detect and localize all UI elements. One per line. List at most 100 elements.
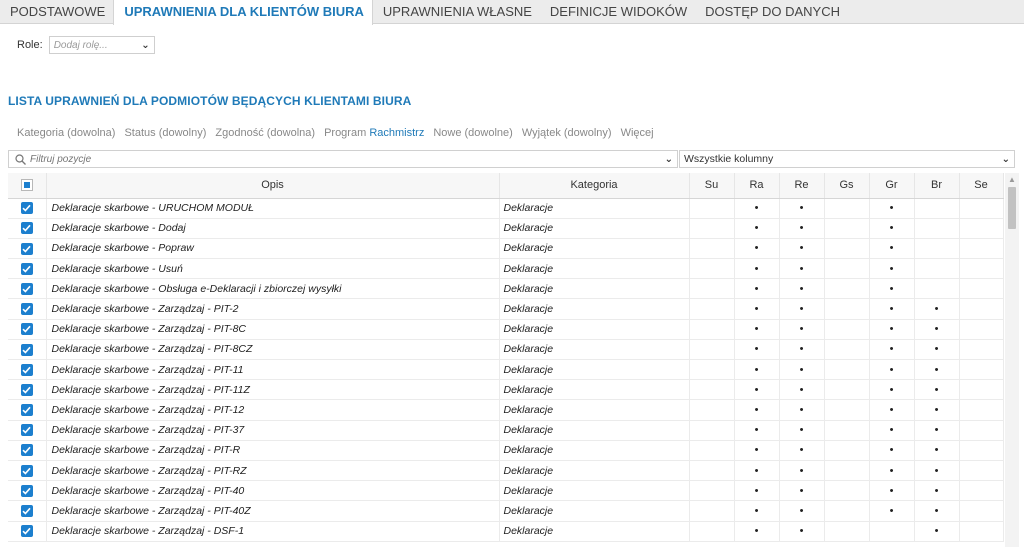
cell-su[interactable]: [689, 460, 735, 482]
cell-br[interactable]: [914, 278, 960, 300]
tab-definicje-widokow[interactable]: DEFINICJE WIDOKÓW: [540, 0, 695, 24]
column-header-br[interactable]: Br: [914, 173, 960, 199]
table-row[interactable]: Deklaracje skarbowe - Zarządzaj - PIT-2 D…: [8, 298, 1004, 320]
table-row[interactable]: Deklaracje skarbowe - Zarządzaj - PIT-11…: [8, 379, 1004, 401]
cell-re[interactable]: •: [779, 258, 825, 280]
cell-gs[interactable]: [824, 379, 870, 401]
cell-ra[interactable]: •: [734, 198, 780, 219]
cell-gs[interactable]: [824, 399, 870, 421]
tab-dostep-do-danych[interactable]: DOSTĘP DO DANYCH: [695, 0, 848, 24]
row-checkbox[interactable]: [20, 464, 33, 477]
cell-gr[interactable]: •: [869, 480, 915, 502]
table-row[interactable]: Deklaracje skarbowe - URUCHOM MODUŁ Dekla…: [8, 198, 1004, 219]
cell-gs[interactable]: [824, 278, 870, 300]
cell-gs[interactable]: [824, 460, 870, 482]
cell-ra[interactable]: •: [734, 399, 780, 421]
cell-se[interactable]: [959, 298, 1004, 320]
cell-se[interactable]: [959, 399, 1004, 421]
column-header-opis[interactable]: Opis: [46, 173, 500, 199]
cell-su[interactable]: [689, 480, 735, 502]
columns-select[interactable]: Wszystkie kolumny ⌄: [679, 150, 1015, 168]
row-checkbox[interactable]: [20, 262, 33, 275]
cell-su[interactable]: [689, 500, 735, 522]
cell-gs[interactable]: [824, 339, 870, 361]
cell-br[interactable]: •: [914, 460, 960, 482]
row-checkbox[interactable]: [20, 484, 33, 497]
tab-uprawnienia-wlasne[interactable]: UPRAWNIENIA WŁASNE: [373, 0, 540, 24]
row-checkbox[interactable]: [20, 444, 33, 457]
cell-su[interactable]: [689, 440, 735, 461]
cell-se[interactable]: [959, 480, 1004, 502]
cell-se[interactable]: [959, 460, 1004, 482]
cell-gr[interactable]: •: [869, 379, 915, 401]
table-row[interactable]: Deklaracje skarbowe - Dodaj Deklaracje • • •: [8, 218, 1004, 239]
cell-su[interactable]: [689, 359, 735, 381]
cell-se[interactable]: [959, 521, 1004, 542]
cell-su[interactable]: [689, 238, 735, 260]
table-row[interactable]: Deklaracje skarbowe - Obsługa e-Deklarac…: [8, 278, 1004, 300]
cell-gr[interactable]: •: [869, 238, 915, 260]
cell-su[interactable]: [689, 521, 735, 542]
cell-re[interactable]: •: [779, 500, 825, 522]
cell-se[interactable]: [959, 379, 1004, 401]
cell-su[interactable]: [689, 198, 735, 219]
cell-se[interactable]: [959, 258, 1004, 280]
table-row[interactable]: Deklaracje skarbowe - Zarządzaj - DSF-1 D…: [8, 521, 1004, 542]
column-header-gr[interactable]: Gr: [869, 173, 915, 199]
cell-ra[interactable]: •: [734, 339, 780, 361]
filter-nowe[interactable]: Nowe (dowolne): [433, 127, 512, 139]
column-header-re[interactable]: Re: [779, 173, 825, 199]
table-row[interactable]: Deklaracje skarbowe - Zarządzaj - PIT-40…: [8, 480, 1004, 502]
column-header-su[interactable]: Su: [689, 173, 735, 199]
table-row[interactable]: Deklaracje skarbowe - Zarządzaj - PIT-40…: [8, 500, 1004, 522]
cell-br[interactable]: •: [914, 339, 960, 361]
row-checkbox[interactable]: [20, 363, 33, 376]
cell-gs[interactable]: [824, 500, 870, 522]
table-row[interactable]: Deklaracje skarbowe - Usuń Deklaracje • • •: [8, 258, 1004, 280]
cell-ra[interactable]: •: [734, 218, 780, 239]
row-checkbox[interactable]: [20, 323, 33, 336]
cell-re[interactable]: •: [779, 480, 825, 502]
cell-gr[interactable]: •: [869, 359, 915, 381]
cell-ra[interactable]: •: [734, 480, 780, 502]
cell-ra[interactable]: •: [734, 319, 780, 340]
cell-br[interactable]: [914, 258, 960, 280]
cell-br[interactable]: •: [914, 359, 960, 381]
table-row[interactable]: Deklaracje skarbowe - Zarządzaj - PIT-RZ…: [8, 460, 1004, 482]
table-row[interactable]: Deklaracje skarbowe - Popraw Deklaracje • •…: [8, 238, 1004, 260]
cell-br[interactable]: •: [914, 440, 960, 461]
cell-ra[interactable]: •: [734, 440, 780, 461]
cell-gr[interactable]: •: [869, 420, 915, 441]
cell-gr[interactable]: •: [869, 298, 915, 320]
cell-se[interactable]: [959, 278, 1004, 300]
cell-se[interactable]: [959, 319, 1004, 340]
cell-re[interactable]: •: [779, 319, 825, 340]
cell-br[interactable]: •: [914, 420, 960, 441]
row-checkbox[interactable]: [20, 343, 33, 356]
cell-gr[interactable]: •: [869, 258, 915, 280]
cell-re[interactable]: •: [779, 460, 825, 482]
cell-ra[interactable]: •: [734, 258, 780, 280]
cell-se[interactable]: [959, 359, 1004, 381]
cell-gr[interactable]: •: [869, 500, 915, 522]
cell-gr[interactable]: •: [869, 198, 915, 219]
cell-re[interactable]: •: [779, 379, 825, 401]
cell-gs[interactable]: [824, 359, 870, 381]
cell-gs[interactable]: [824, 218, 870, 239]
select-all-checkbox[interactable]: [20, 179, 33, 192]
row-checkbox[interactable]: [20, 202, 33, 215]
filter-wyjatek[interactable]: Wyjątek (dowolny): [522, 127, 612, 139]
cell-br[interactable]: [914, 218, 960, 239]
tab-podstawowe[interactable]: PODSTAWOWE: [0, 0, 113, 24]
cell-gs[interactable]: [824, 480, 870, 502]
filter-kategoria[interactable]: Kategoria (dowolna): [17, 127, 115, 139]
row-checkbox[interactable]: [20, 424, 33, 437]
cell-re[interactable]: •: [779, 420, 825, 441]
column-header-se[interactable]: Se: [959, 173, 1004, 199]
cell-br[interactable]: [914, 198, 960, 219]
column-header-kategoria[interactable]: Kategoria: [499, 173, 690, 199]
cell-re[interactable]: •: [779, 198, 825, 219]
cell-su[interactable]: [689, 420, 735, 441]
cell-br[interactable]: •: [914, 379, 960, 401]
cell-gr[interactable]: •: [869, 278, 915, 300]
